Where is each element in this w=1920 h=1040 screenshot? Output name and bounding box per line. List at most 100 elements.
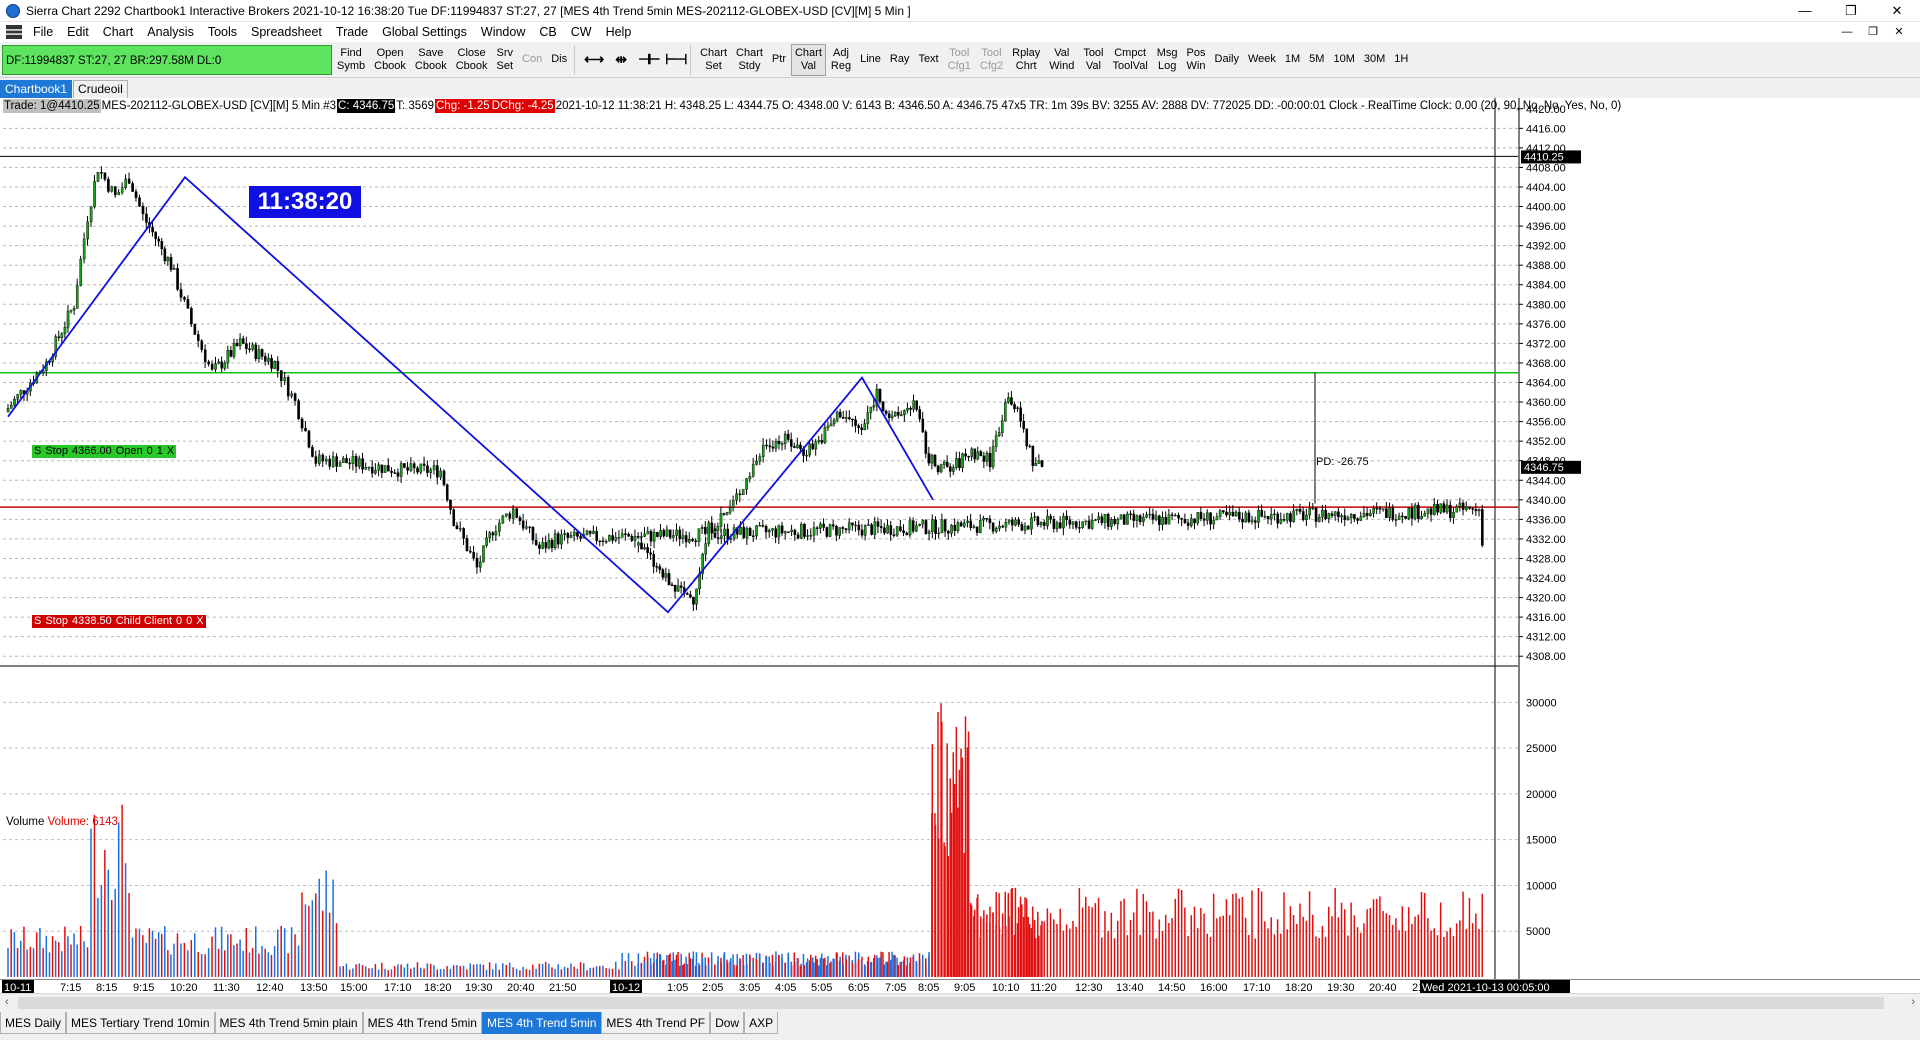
restore-button[interactable]: ❐	[1828, 0, 1874, 22]
price-chart[interactable]: 4420.004416.004412.004410.254408.004404.…	[0, 98, 1920, 979]
candle-body	[1138, 515, 1142, 523]
scrollbar-thumb[interactable]	[18, 997, 1884, 1009]
menu-spreadsheet[interactable]: Spreadsheet	[244, 25, 329, 39]
stop-order-child[interactable]: S Stop 4338.50 Child Client 0 0 X	[32, 615, 206, 628]
tab-mes-tertiary-trend-10min[interactable]: MES Tertiary Trend 10min	[66, 1012, 215, 1034]
system-menu-icon[interactable]	[6, 25, 22, 39]
candle-body	[307, 430, 311, 448]
daily-button[interactable]: Daily	[1211, 44, 1243, 76]
save-cbook-button[interactable]: Save Cbook	[411, 44, 451, 76]
zoom-expand-icon[interactable]: ⇹	[607, 44, 633, 76]
chartbook-tabs: Chartbook1 Crudeoil	[0, 79, 1920, 98]
candle-body	[803, 523, 806, 537]
mdi-close-button[interactable]: ✕	[1886, 22, 1912, 42]
minimize-button[interactable]: —	[1782, 0, 1828, 22]
tab-dow[interactable]: Dow	[710, 1012, 745, 1034]
5m-button[interactable]: 5M	[1305, 44, 1328, 76]
button-label: Chart	[794, 46, 822, 59]
chart-set-button[interactable]: Chart Set	[696, 44, 731, 76]
menu-edit[interactable]: Edit	[60, 25, 96, 39]
menu-trade[interactable]: Trade	[329, 25, 375, 39]
candle-body	[870, 524, 873, 535]
candle-body	[636, 535, 640, 538]
candle-body	[884, 410, 888, 414]
con-button[interactable]: Con	[518, 44, 546, 76]
close-cbook-button[interactable]: Close Cbook	[452, 44, 492, 76]
candle-body	[1378, 508, 1382, 510]
menu-window[interactable]: Window	[474, 25, 532, 39]
tab-mes-4th-trend-5min[interactable]: MES 4th Trend 5min	[362, 1012, 482, 1034]
account-status[interactable]: DF:11994837 ST:27, 27 BR:297.58M DL:0	[2, 44, 332, 75]
srv-set-button[interactable]: Srv Set	[493, 44, 518, 76]
find-symb-button[interactable]: Find Symb	[333, 44, 369, 76]
menu-chart[interactable]: Chart	[96, 25, 141, 39]
menu-cw[interactable]: CW	[564, 25, 599, 39]
tab-axp[interactable]: AXP	[744, 1012, 779, 1034]
ray-button[interactable]: Ray	[886, 44, 914, 76]
tab-crudeoil[interactable]: Crudeoil	[73, 80, 128, 98]
candle-body	[945, 461, 949, 467]
menu-cb[interactable]: CB	[532, 25, 563, 39]
mdi-minimize-button[interactable]: —	[1834, 22, 1860, 42]
candle-body	[972, 526, 976, 528]
candle-body	[1116, 518, 1120, 525]
tab-mes-4th-trend-5min-active[interactable]: MES 4th Trend 5min	[481, 1012, 602, 1034]
cancel-order-button[interactable]: X	[194, 615, 206, 628]
menu-file[interactable]: File	[26, 25, 60, 39]
candle-body	[783, 531, 787, 534]
tool-cfg2-button[interactable]: Tool Cfg2	[976, 44, 1007, 76]
zoom-fit-icon[interactable]: ⟷	[580, 44, 606, 76]
dis-button[interactable]: Dis	[547, 44, 571, 76]
candle-body	[790, 439, 793, 447]
1m-button[interactable]: 1M	[1281, 44, 1304, 76]
candle-body	[1254, 520, 1257, 523]
cmpct-toolval-button[interactable]: Cmpct ToolVal	[1109, 44, 1152, 76]
candle-body	[1019, 407, 1022, 422]
tab-mes-daily[interactable]: MES Daily	[0, 1012, 67, 1034]
menu-tools[interactable]: Tools	[201, 25, 244, 39]
menu-global-settings[interactable]: Global Settings	[375, 25, 474, 39]
menu-help[interactable]: Help	[599, 25, 639, 39]
open-cbook-button[interactable]: Open Cbook	[370, 44, 410, 76]
val-wind-button[interactable]: Val Wind	[1045, 44, 1078, 76]
tab-chartbook1[interactable]: Chartbook1	[0, 80, 73, 98]
stop-order-open[interactable]: S Stop 4366.00 Open 0 1 X	[32, 445, 177, 458]
rplay-chrt-button[interactable]: Rplay Chrt	[1008, 44, 1044, 76]
chart-val-button[interactable]: Chart Val	[790, 43, 826, 76]
30m-button[interactable]: 30M	[1360, 44, 1389, 76]
candle-body	[1317, 517, 1321, 522]
scroll-left-icon[interactable]: ‹	[5, 996, 9, 1008]
msg-log-button[interactable]: Msg Log	[1153, 44, 1182, 76]
tab-mes-4th-trend-pf[interactable]: MES 4th Trend PF	[601, 1012, 711, 1034]
text-button[interactable]: Text	[914, 44, 942, 76]
tool-val-button[interactable]: Tool Val	[1079, 44, 1107, 76]
close-button[interactable]: ✕	[1874, 0, 1920, 22]
week-button[interactable]: Week	[1244, 44, 1280, 76]
10m-button[interactable]: 10M	[1329, 44, 1358, 76]
volume-axis-label: 5000	[1526, 926, 1550, 938]
chart-stdy-button[interactable]: Chart Stdy	[732, 44, 767, 76]
candle-body	[1359, 516, 1363, 521]
candle-body	[918, 409, 922, 420]
candle-body	[1385, 508, 1388, 518]
1h-button[interactable]: 1H	[1390, 44, 1412, 76]
tab-mes-4th-trend-5min-plain[interactable]: MES 4th Trend 5min plain	[214, 1012, 363, 1034]
button-label: Log	[1157, 59, 1177, 72]
candle-body	[1410, 507, 1414, 519]
pos-win-button[interactable]: Pos Win	[1183, 44, 1210, 76]
horizontal-scrollbar[interactable]: ‹ ›	[0, 993, 1920, 1012]
cancel-order-button[interactable]: X	[164, 445, 177, 458]
candle-body	[110, 186, 114, 192]
candle-body	[183, 297, 186, 300]
zoom-in-icon[interactable]: ⊣⊢	[634, 44, 660, 76]
adj-reg-button[interactable]: Adj Reg	[827, 44, 855, 76]
chart-area[interactable]: 4420.00 4416.00 4412.00 4410.25 4408.00 4404.…	[0, 98, 1920, 979]
ptr-button[interactable]: Ptr	[768, 44, 790, 76]
scroll-right-icon[interactable]: ›	[1911, 996, 1915, 1008]
menu-analysis[interactable]: Analysis	[140, 25, 201, 39]
candle-body	[432, 465, 436, 470]
tool-cfg1-button[interactable]: Tool Cfg1	[944, 44, 975, 76]
line-button[interactable]: Line	[856, 44, 885, 76]
mdi-restore-button[interactable]: ❐	[1860, 22, 1886, 42]
zoom-out-icon[interactable]: ⊢⊣	[661, 44, 687, 76]
